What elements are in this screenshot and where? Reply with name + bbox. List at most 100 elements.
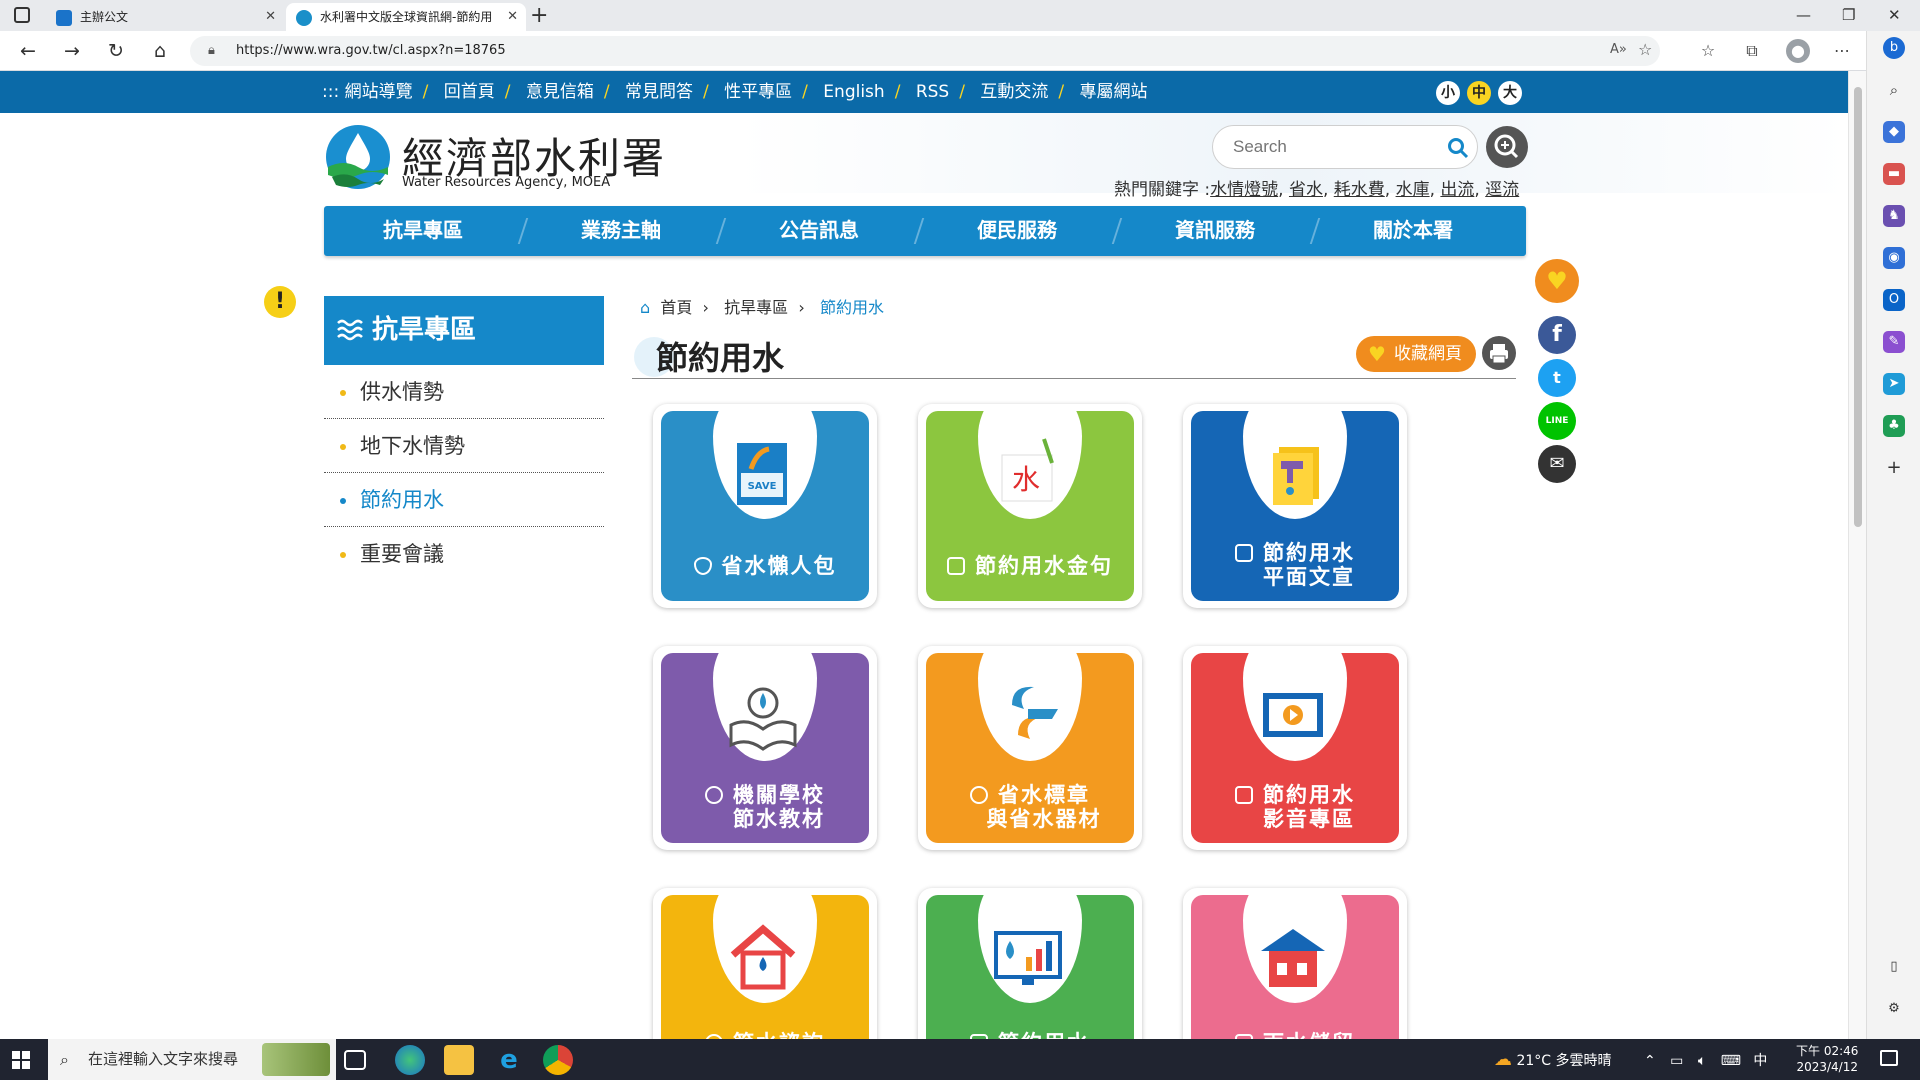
designer-icon[interactable]: ✎ bbox=[1883, 331, 1905, 353]
weather-text[interactable]: 21°C 多雲時晴 bbox=[1516, 1053, 1611, 1069]
tile-consultation[interactable]: 節水諮詢 bbox=[653, 888, 877, 1039]
games-icon[interactable]: ♞ bbox=[1883, 205, 1905, 227]
edge-taskbar-icon[interactable] bbox=[395, 1045, 425, 1075]
tile-water-statistics[interactable]: 節約用水 bbox=[918, 888, 1142, 1039]
browser-tab-1[interactable]: 主辦公文 ✕ bbox=[46, 3, 284, 31]
network-icon[interactable]: ▭ bbox=[1670, 1053, 1683, 1069]
main-nav-drought[interactable]: 抗旱專區 bbox=[324, 206, 522, 256]
top-link-gender[interactable]: 性平專區 bbox=[724, 82, 792, 102]
hot-keyword-link[interactable]: 水庫 bbox=[1396, 180, 1430, 200]
microsoft365-icon[interactable]: ◉ bbox=[1883, 247, 1905, 269]
breadcrumb-home[interactable]: 首頁 bbox=[660, 298, 692, 317]
top-link-english[interactable]: English bbox=[823, 82, 884, 102]
top-link-home[interactable]: 回首頁 bbox=[444, 82, 495, 102]
file-explorer-icon[interactable] bbox=[444, 1045, 474, 1075]
send-icon[interactable]: ➤ bbox=[1883, 373, 1905, 395]
alert-icon[interactable]: ! bbox=[264, 286, 296, 318]
tile-teaching-materials[interactable]: 機關學校 節水教材 bbox=[653, 646, 877, 850]
sidebar-settings-icon[interactable]: ⚙ bbox=[1883, 998, 1905, 1020]
hot-keyword-link[interactable]: 耗水費 bbox=[1334, 180, 1385, 200]
back-button[interactable]: ← bbox=[14, 37, 42, 65]
top-link-sitemap[interactable]: ::: 網站導覽 bbox=[322, 82, 413, 102]
sidebar-item-groundwater[interactable]: 地下水情勢 bbox=[324, 419, 604, 473]
page-scrollbar[interactable] bbox=[1848, 71, 1866, 1039]
tree-icon[interactable]: ♣ bbox=[1883, 415, 1905, 437]
forward-button[interactable]: → bbox=[58, 37, 86, 65]
add-sidebar-item-icon[interactable]: + bbox=[1883, 457, 1905, 479]
tile-water-quotes[interactable]: 水 節約用水金句 bbox=[918, 404, 1142, 608]
bing-chat-icon[interactable]: b bbox=[1883, 37, 1905, 59]
restore-button[interactable]: ❐ bbox=[1842, 0, 1855, 31]
hot-keyword-link[interactable]: 出流 bbox=[1440, 180, 1474, 200]
hot-keyword-link[interactable]: 逕流 bbox=[1485, 180, 1519, 200]
hide-sidebar-icon[interactable]: ▯ bbox=[1883, 956, 1905, 978]
wra-logo-icon[interactable] bbox=[324, 123, 392, 191]
collections-icon[interactable]: ⧉ bbox=[1740, 39, 1764, 63]
advanced-search-icon[interactable] bbox=[1486, 126, 1528, 168]
search-icon[interactable] bbox=[1447, 137, 1469, 159]
favorite-button[interactable]: ♥ 收藏網頁 bbox=[1356, 336, 1476, 372]
tile-save-water-kit[interactable]: SAVE 省水懶人包 bbox=[653, 404, 877, 608]
top-link-sites[interactable]: 專屬網站 bbox=[1080, 82, 1148, 102]
hot-keyword-link[interactable]: 水情燈號 bbox=[1210, 180, 1278, 200]
top-link-feedback[interactable]: 意見信箱 bbox=[526, 82, 594, 102]
scrollbar-thumb[interactable] bbox=[1854, 87, 1862, 527]
profile-avatar[interactable]: ● bbox=[1786, 39, 1810, 63]
tile-water-label[interactable]: 省水標章 與省水器材 bbox=[918, 646, 1142, 850]
close-tab-icon[interactable]: ✕ bbox=[265, 3, 276, 31]
home-button[interactable]: ⌂ bbox=[146, 37, 174, 65]
main-nav-business[interactable]: 業務主軸 bbox=[522, 206, 720, 256]
top-link-faq[interactable]: 常見問答 bbox=[625, 82, 693, 102]
breadcrumb-section[interactable]: 抗旱專區 bbox=[724, 298, 788, 317]
notification-icon[interactable] bbox=[1880, 1050, 1898, 1066]
top-link-interact[interactable]: 互動交流 bbox=[980, 82, 1048, 102]
weather-icon[interactable]: ☁ bbox=[1494, 1049, 1512, 1070]
facebook-share-icon[interactable]: f bbox=[1538, 316, 1576, 354]
main-nav-about[interactable]: 關於本署 bbox=[1314, 206, 1512, 256]
tile-rainwater-harvesting[interactable]: 雨水儲留 bbox=[1183, 888, 1407, 1039]
main-nav-info[interactable]: 資訊服務 bbox=[1116, 206, 1314, 256]
site-search-input[interactable] bbox=[1233, 134, 1433, 160]
hot-keyword-link[interactable]: 省水 bbox=[1289, 180, 1323, 200]
outlook-icon[interactable]: O bbox=[1883, 289, 1905, 311]
font-size-small[interactable]: 小 bbox=[1436, 81, 1460, 105]
top-link-rss[interactable]: RSS bbox=[916, 82, 949, 102]
minimize-button[interactable]: — bbox=[1796, 0, 1811, 31]
twitter-share-icon[interactable]: t bbox=[1538, 359, 1576, 397]
address-bar[interactable]: 🔒︎ https://www.wra.gov.tw/cl.aspx?n=1876… bbox=[190, 36, 1660, 66]
volume-icon[interactable]: 🔈︎ bbox=[1698, 1053, 1706, 1069]
taskbar-clock[interactable]: 下午 02:46 2023/4/12 bbox=[1796, 1043, 1858, 1075]
lock-icon[interactable]: 🔒︎ bbox=[208, 43, 215, 58]
new-tab-button[interactable]: + bbox=[530, 0, 548, 31]
taskbar-search[interactable]: ⌕ 在這裡輸入文字來搜尋 bbox=[48, 1039, 336, 1080]
tile-video-zone[interactable]: 節約用水 影音專區 bbox=[1183, 646, 1407, 850]
sidebar-item-water-saving[interactable]: 節約用水 bbox=[324, 473, 604, 527]
font-size-medium[interactable]: 中 bbox=[1467, 81, 1491, 105]
favorites-icon[interactable]: ☆ bbox=[1696, 39, 1720, 63]
font-size-large[interactable]: 大 bbox=[1498, 81, 1522, 105]
tab-actions-icon[interactable] bbox=[14, 7, 30, 23]
sidebar-item-water-supply[interactable]: 供水情勢 bbox=[324, 365, 604, 419]
print-icon[interactable] bbox=[1482, 336, 1516, 370]
site-search-box[interactable] bbox=[1212, 125, 1478, 169]
email-share-icon[interactable]: ✉ bbox=[1538, 445, 1576, 483]
search-icon[interactable]: ⌕ bbox=[1883, 79, 1905, 101]
refresh-button[interactable]: ↻ bbox=[102, 37, 130, 65]
favorite-heart-icon[interactable]: ♥ bbox=[1535, 259, 1579, 303]
add-favorite-icon[interactable]: ☆ bbox=[1638, 40, 1652, 59]
internet-explorer-icon[interactable]: e bbox=[494, 1045, 524, 1075]
tile-print-materials[interactable]: 節約用水 平面文宣 bbox=[1183, 404, 1407, 608]
shopping-icon[interactable]: ◆ bbox=[1883, 121, 1905, 143]
sidebar-item-meetings[interactable]: 重要會議 bbox=[324, 527, 604, 581]
main-nav-announcements[interactable]: 公告訊息 bbox=[720, 206, 918, 256]
task-view-icon[interactable] bbox=[344, 1050, 366, 1070]
home-icon[interactable]: ⌂ bbox=[640, 298, 650, 317]
more-menu-icon[interactable]: ⋯ bbox=[1830, 39, 1854, 63]
chrome-icon[interactable] bbox=[543, 1045, 573, 1075]
close-tab-icon[interactable]: ✕ bbox=[507, 3, 518, 31]
tray-chevron-icon[interactable]: ⌃ bbox=[1644, 1053, 1656, 1069]
url-text[interactable]: https://www.wra.gov.tw/cl.aspx?n=18765 bbox=[236, 36, 506, 66]
windows-start-icon[interactable] bbox=[12, 1051, 30, 1069]
browser-tab-2[interactable]: 水利署中文版全球資訊網-節約用 ✕ bbox=[286, 3, 526, 31]
read-aloud-icon[interactable]: A» bbox=[1610, 42, 1627, 57]
